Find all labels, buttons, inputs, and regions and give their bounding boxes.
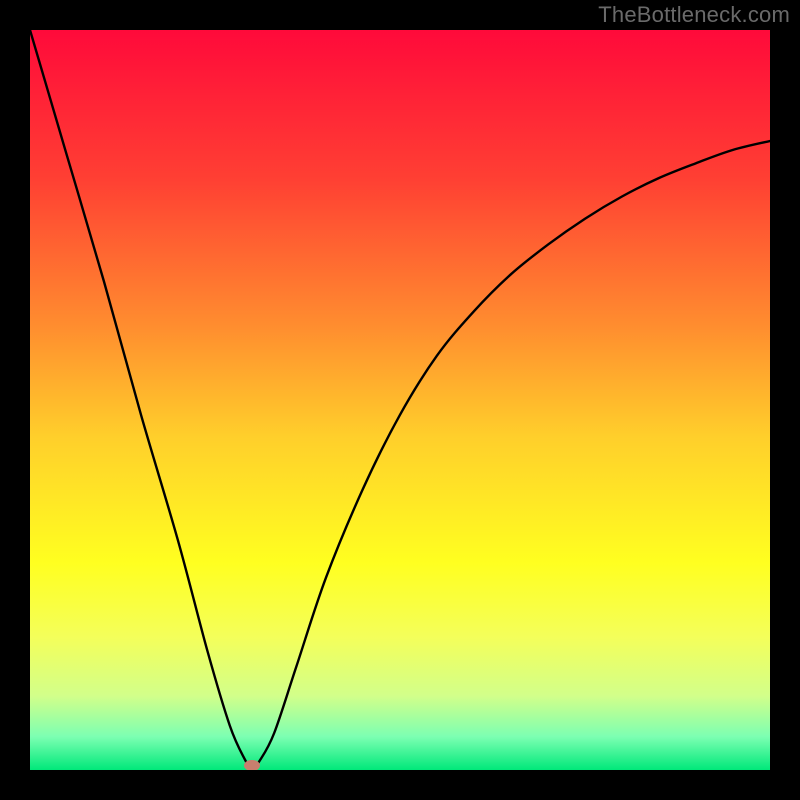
- plot-area: [30, 30, 770, 770]
- chart-frame: TheBottleneck.com: [0, 0, 800, 800]
- optimal-point-marker: [244, 760, 259, 770]
- watermark-text: TheBottleneck.com: [598, 2, 790, 28]
- bottleneck-curve: [30, 30, 770, 770]
- curve-path: [30, 30, 770, 769]
